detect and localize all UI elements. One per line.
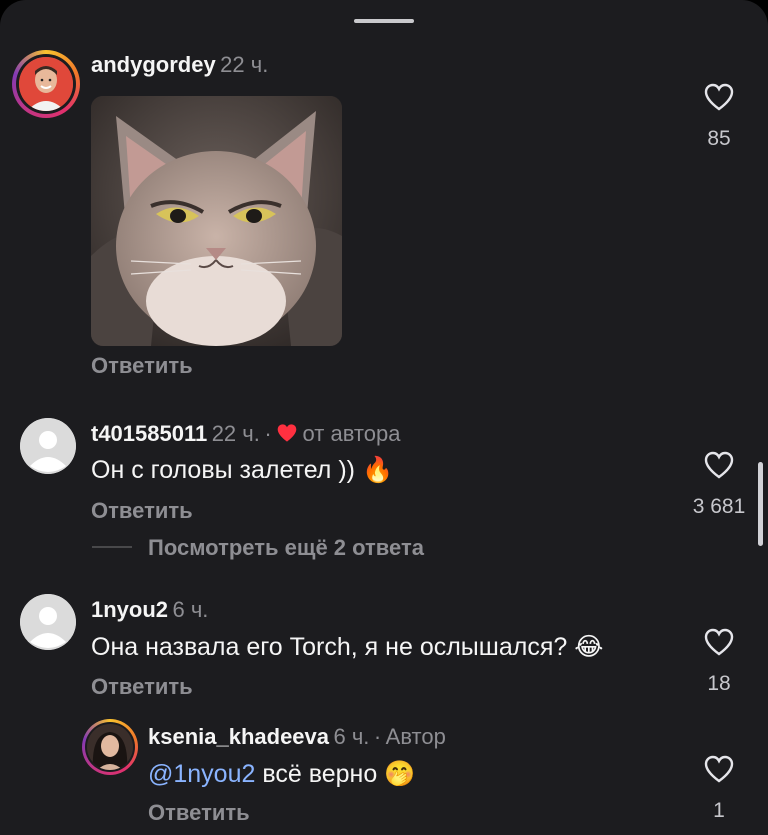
author-heart-icon [277,424,297,442]
story-ring[interactable] [12,50,80,118]
comment-text: Она назвала его Torch, я не ослышался? 😂 [91,632,603,662]
comment-header: andygordey 22 ч. [91,52,268,78]
separator-dot: · [373,724,382,749]
scrollbar[interactable] [758,462,763,546]
default-avatar[interactable] [20,594,76,650]
reply-button[interactable]: Ответить [91,353,193,379]
like-count: 85 [707,127,731,150]
comment-body: Он с головы залетел )) [91,456,355,484]
username[interactable]: ksenia_khadeeva [148,724,329,749]
timestamp: 22 ч. [220,52,269,77]
view-more-replies-button[interactable]: Посмотреть ещё 2 ответа [148,535,424,561]
avatar-andygordey[interactable] [19,57,73,111]
drag-handle[interactable] [354,19,414,23]
like-heart-icon[interactable] [704,451,734,479]
comment-text: Он с головы залетел )) 🔥 [91,456,393,485]
reply-button[interactable]: Ответить [91,498,193,524]
like-heart-icon[interactable] [704,628,734,656]
timestamp: 6 ч. [172,597,209,622]
default-avatar[interactable] [20,418,76,474]
liked-by-author-label: от автора [302,421,401,446]
reply-button[interactable]: Ответить [91,674,193,700]
reply-text: @1nyou2 всё верно 🤭 [148,760,415,789]
reply-body: всё верно [262,760,378,788]
like-count: 18 [707,672,731,695]
like-count: 3 681 [692,495,746,518]
comment-header: t401585011 22 ч. · от автора [91,421,400,447]
username[interactable]: t401585011 [91,421,207,446]
fire-emoji: 🔥 [361,456,394,484]
comment-body: Она назвала его Torch, я не ослышался? [91,633,568,661]
like-count: 1 [713,799,725,822]
mention-link[interactable]: @1nyou2 [148,760,255,788]
view-replies-line [92,546,132,548]
timestamp: 22 ч. [211,421,260,446]
avatar-ksenia[interactable] [87,724,133,770]
laughing-emoji: 😂 [574,633,604,661]
like-heart-icon[interactable] [704,755,734,783]
reply-button[interactable]: Ответить [148,800,250,826]
comment-header: 1nyou2 6 ч. [91,597,208,623]
separator-dot: · [264,421,272,446]
username[interactable]: andygordey [91,52,216,77]
like-heart-icon[interactable] [704,83,734,111]
comments-sheet: andygordey 22 ч. Ответить 85 t401585011 … [0,0,768,835]
story-ring[interactable] [82,719,138,775]
reply-header: ksenia_khadeeva 6 ч. · Автор [148,724,446,750]
comment-gif-image[interactable] [91,96,342,346]
username[interactable]: 1nyou2 [91,597,168,622]
author-badge: Автор [385,724,446,749]
timestamp: 6 ч. [333,724,370,749]
hand-over-mouth-emoji: 🤭 [384,760,416,788]
